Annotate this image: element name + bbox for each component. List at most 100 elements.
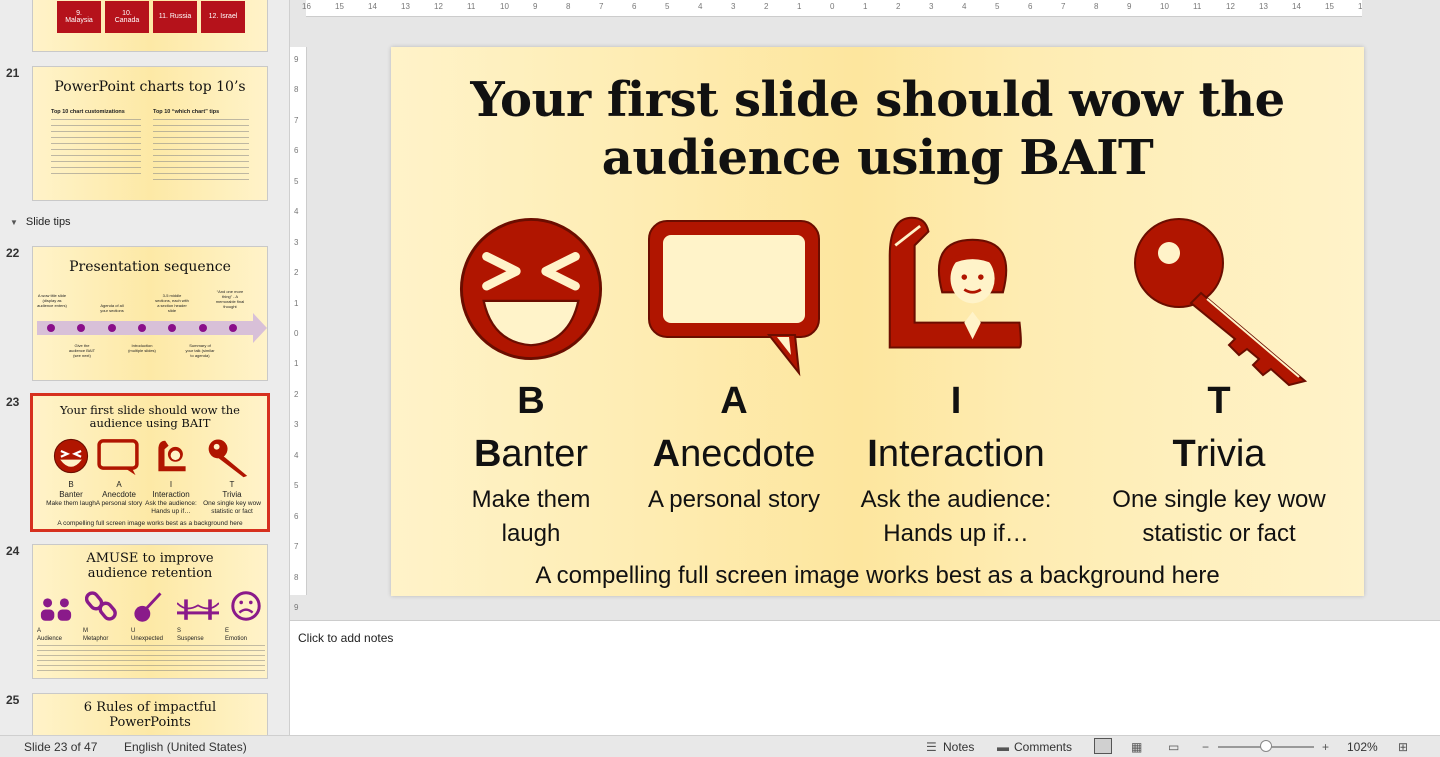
bait-description: A personal story bbox=[619, 483, 849, 517]
thumb-word: Interaction bbox=[152, 490, 190, 499]
ruler-tick-label: 11 bbox=[1193, 2, 1202, 11]
sequence-dot bbox=[47, 324, 55, 332]
section-header-slide-tips[interactable]: ▼ Slide tips bbox=[10, 216, 71, 228]
bait-word: Interaction bbox=[841, 433, 1071, 476]
zoom-level[interactable]: 102% bbox=[1347, 740, 1378, 754]
thumb-tile: 12. Israel bbox=[201, 1, 245, 33]
slide-thumbnail-23[interactable]: Your first slide should wow the audience… bbox=[30, 393, 270, 532]
zoom-out-icon[interactable]: − bbox=[1202, 740, 1209, 754]
bait-word-initial: A bbox=[652, 433, 681, 475]
ruler-tick-label: 13 bbox=[1259, 2, 1268, 11]
notes-pane[interactable]: Click to add notes bbox=[290, 620, 1440, 735]
ruler-tick-label: 7 bbox=[294, 115, 299, 125]
thumb-label: Summary of your talk (similar to agenda) bbox=[185, 343, 215, 358]
ruler-tick-label: 3 bbox=[731, 2, 736, 11]
ruler-tick-label: 1 bbox=[294, 359, 299, 369]
bait-description-line: Ask the audience: bbox=[860, 486, 1052, 513]
thumb-label: Agenda of all your sections bbox=[100, 303, 124, 313]
ruler-tick-label: 5 bbox=[995, 2, 1000, 11]
ruler-tick-label: 5 bbox=[294, 176, 299, 186]
slide-thumbnail-panel[interactable]: 9. Malaysia 10. Canada 11. Russia 12. Is… bbox=[0, 0, 290, 735]
ruler-tick-label: 5 bbox=[665, 2, 670, 11]
ruler-tick-label: 12 bbox=[1226, 2, 1235, 11]
comments-button[interactable]: Comments bbox=[1014, 740, 1072, 754]
bait-column-anecdote[interactable]: A Anecdote A personal story bbox=[619, 215, 849, 513]
slide-canvas[interactable]: Your first slide should wow the audience… bbox=[391, 47, 1364, 596]
thumb-title: AMUSE to improve audience retention bbox=[86, 551, 214, 581]
fit-to-window-icon[interactable]: ⊞ bbox=[1398, 740, 1408, 754]
bait-column-interaction[interactable]: I Interaction Ask the audience: Hands up … bbox=[841, 215, 1071, 547]
slide-title[interactable]: Your first slide should wow the audience… bbox=[391, 71, 1364, 187]
slide-sorter-icon[interactable]: ▦ bbox=[1131, 740, 1142, 754]
thumb-letter: T bbox=[229, 480, 235, 489]
thumb-desc: One single key wow statistic or fact bbox=[203, 500, 261, 515]
thumb-word: Emotion bbox=[225, 636, 248, 642]
notes-icon[interactable]: ☰ bbox=[926, 740, 937, 754]
sequence-arrow-head bbox=[253, 313, 267, 343]
thumb-letter: A bbox=[37, 628, 42, 634]
bait-description: Make them laugh bbox=[416, 483, 646, 551]
status-bar: Slide 23 of 47 English (United States) ☰… bbox=[0, 735, 1440, 757]
ruler-tick-label: 6 bbox=[294, 146, 299, 156]
bait-word-initial: I bbox=[867, 433, 878, 475]
ruler-tick-label: 12 bbox=[434, 2, 443, 11]
thumb-body-lines bbox=[37, 645, 265, 675]
ruler-tick-label: 10 bbox=[1160, 2, 1169, 11]
thumb-letter: E bbox=[225, 628, 230, 634]
language-indicator[interactable]: English (United States) bbox=[124, 740, 247, 754]
normal-view-icon[interactable] bbox=[1094, 738, 1112, 754]
thumb-word: Trivia bbox=[222, 490, 242, 499]
vertical-ruler: 9 8 7 6 5 4 3 2 1 0 1 2 3 4 5 6 7 8 9 bbox=[290, 47, 307, 612]
thumb-label: Give the audience BAIT (see next) bbox=[68, 343, 96, 358]
bait-letter: A bbox=[720, 380, 748, 422]
slide-thumbnail-22[interactable]: Presentation sequence A wow title slide … bbox=[32, 246, 268, 381]
notes-placeholder[interactable]: Click to add notes bbox=[298, 631, 393, 645]
thumb-title: PowerPoint charts top 10’s bbox=[54, 79, 246, 95]
ruler-tick-label: 11 bbox=[467, 2, 476, 11]
comments-icon[interactable]: ▬ bbox=[997, 740, 1009, 754]
bait-letter: T bbox=[1207, 380, 1231, 422]
ruler-tick-label: 2 bbox=[294, 268, 299, 278]
ruler-tick-label: 0 bbox=[294, 329, 299, 338]
bait-description-line: One single key wow bbox=[1112, 486, 1326, 513]
slide-number: 23 bbox=[6, 395, 20, 409]
bait-column-banter[interactable]: B Banter Make them laugh bbox=[416, 215, 646, 547]
ruler-tick-label: 8 bbox=[566, 2, 571, 11]
reading-view-icon[interactable]: ▭ bbox=[1168, 740, 1179, 754]
ruler-tick-label: 3 bbox=[929, 2, 934, 11]
thumb-word: Unexpected bbox=[131, 636, 164, 642]
slide-thumbnail-21[interactable]: PowerPoint charts top 10’s Top 10 chart … bbox=[32, 66, 268, 201]
ruler-tick-label: 6 bbox=[1028, 2, 1033, 11]
slide-number: 22 bbox=[6, 246, 20, 260]
sequence-dot bbox=[107, 324, 116, 332]
ruler-tick-label: 5 bbox=[294, 481, 299, 491]
bait-word-rest: necdote bbox=[680, 433, 816, 475]
thumb-desc: Ask the audience: Hands up if… bbox=[145, 500, 197, 515]
speech-bubble-icon bbox=[97, 439, 139, 476]
thumb-word: Audience bbox=[37, 636, 63, 642]
bait-column-trivia[interactable]: T Trivia One single key wow statistic or … bbox=[1104, 215, 1334, 547]
collapse-triangle-icon[interactable]: ▼ bbox=[10, 218, 18, 227]
zoom-in-icon[interactable]: + bbox=[1322, 740, 1329, 754]
bait-letter: I bbox=[950, 380, 962, 422]
ruler-tick-label: 9 bbox=[533, 2, 538, 11]
bait-word: Anecdote bbox=[619, 433, 849, 476]
slide-thumbnail-25[interactable]: 6 Rules of impactful PowerPoints bbox=[32, 693, 268, 735]
notes-button[interactable]: Notes bbox=[943, 740, 974, 754]
slide-footer-text[interactable]: A compelling full screen image works bes… bbox=[391, 562, 1364, 590]
slide-thumbnail-24[interactable]: AMUSE to improve audience retention A Aud… bbox=[32, 544, 268, 679]
bait-word-initial: B bbox=[473, 433, 502, 475]
bridge-icon bbox=[177, 599, 219, 620]
zoom-slider-handle[interactable] bbox=[1260, 740, 1272, 752]
thumb-body-lines bbox=[51, 119, 141, 179]
thumb-title: Presentation sequence bbox=[69, 259, 231, 275]
thumb-word: Metaphor bbox=[83, 636, 109, 642]
bait-word: Banter bbox=[416, 433, 646, 476]
thumb-title: Your first slide should wow the audience… bbox=[60, 403, 240, 430]
slide-thumbnail-20[interactable]: 9. Malaysia 10. Canada 11. Russia 12. Is… bbox=[32, 0, 268, 52]
bait-word-initial: T bbox=[1172, 433, 1196, 475]
ruler-tick-label: 14 bbox=[368, 2, 377, 11]
thumb-letter: U bbox=[131, 628, 136, 634]
group-icon bbox=[40, 598, 72, 621]
bait-word-rest: nteraction bbox=[877, 433, 1045, 475]
